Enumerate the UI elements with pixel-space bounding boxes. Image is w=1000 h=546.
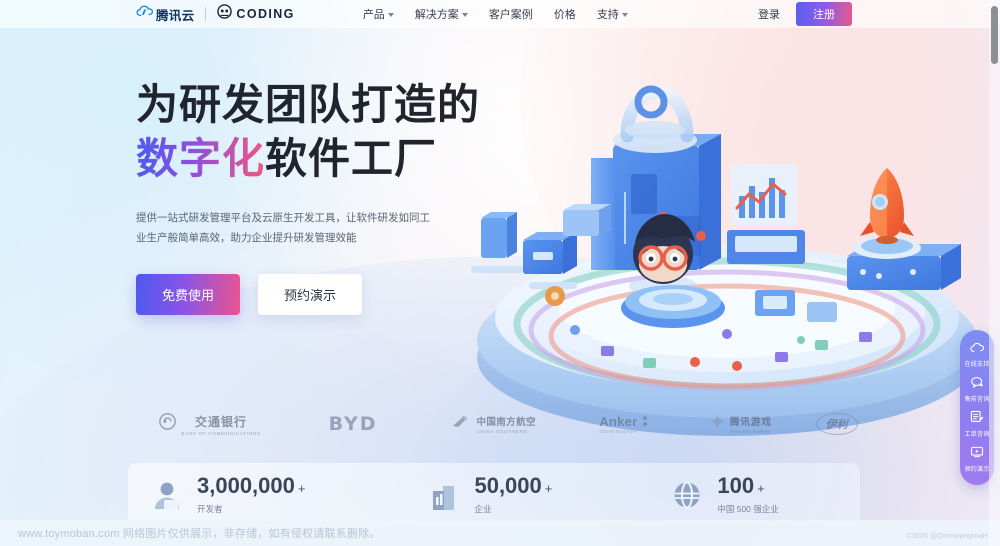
chevron-down-icon bbox=[461, 12, 468, 17]
register-button[interactable]: 注册 bbox=[796, 2, 852, 26]
stat-suffix: + bbox=[544, 480, 553, 496]
coding-logo[interactable]: CODING bbox=[217, 4, 294, 24]
client-name-en: CHINA SOUTHERN bbox=[476, 429, 528, 434]
headline-line-2: 数字化软件工厂 bbox=[136, 132, 480, 186]
client-name-cn: 腾讯游戏 bbox=[729, 417, 772, 428]
user-icon bbox=[150, 478, 184, 512]
nav-item-pricing[interactable]: 价格 bbox=[554, 6, 576, 22]
china-southern-logo-icon bbox=[451, 414, 471, 434]
ticket-edit-icon bbox=[970, 410, 984, 428]
hero-section: 为研发团队打造的 数字化软件工厂 提供一站式研发管理平台及云原生开发工具，让软件… bbox=[136, 78, 480, 316]
building-chart-icon bbox=[427, 478, 461, 512]
nav-label: 支持 bbox=[596, 9, 619, 21]
nav-label: 解决方案 bbox=[414, 9, 459, 21]
chevron-down-icon bbox=[387, 12, 394, 17]
stat-suffix: + bbox=[297, 480, 306, 496]
tencent-games-logo-icon bbox=[709, 413, 726, 435]
cloud-icon bbox=[970, 340, 985, 358]
monitor-play-icon bbox=[970, 445, 984, 463]
stat-value: 100 + bbox=[717, 472, 778, 498]
nav-label: 产品 bbox=[362, 9, 385, 21]
cta-row: 免费使用 预约演示 bbox=[136, 274, 480, 316]
client-name-en: Tencent Games bbox=[729, 429, 772, 434]
watermark-text-left: www.toymoban.com 网络图片仅供展示，非存储，如有侵权请联系删除。 bbox=[18, 528, 381, 540]
hero-illustration bbox=[455, 40, 1000, 440]
anker-dots-icon bbox=[638, 414, 650, 435]
coding-label: CODING bbox=[236, 7, 295, 21]
stat-label: 开发者 bbox=[197, 503, 223, 514]
client-logo-anker: Anker Innovations+ bbox=[565, 414, 683, 435]
tencent-cloud-logo[interactable]: 腾讯云 bbox=[136, 5, 194, 24]
cloud-logo-icon bbox=[136, 5, 154, 24]
side-item-label: 售前咨询 bbox=[964, 397, 990, 403]
chat-bubble-icon bbox=[970, 375, 984, 393]
main-navigation: 产品 解决方案 客户案例 价格 支持 bbox=[363, 6, 628, 22]
stat-label: 中国 500 强企业 bbox=[717, 503, 779, 514]
nav-label: 客户案例 bbox=[488, 9, 533, 21]
headline-rest: 软件工厂 bbox=[265, 134, 438, 182]
side-item-label: 预约演示 bbox=[964, 467, 990, 473]
brand-group[interactable]: 腾讯云 CODING bbox=[136, 4, 295, 24]
watermark-text-right: CSDN @QomolangmaH bbox=[906, 531, 988, 540]
client-name-en: BANK OF COMMUNICATIONS bbox=[181, 430, 261, 436]
nav-item-support[interactable]: 支持 bbox=[597, 6, 628, 22]
nav-item-cases[interactable]: 客户案例 bbox=[489, 6, 533, 22]
client-logo-china-southern: 中国南方航空 CHINA SOUTHERN bbox=[422, 414, 565, 434]
yili-logo-icon: 伊利 bbox=[815, 413, 858, 435]
scrollbar-thumb[interactable] bbox=[991, 6, 998, 64]
page-scrollbar[interactable] bbox=[989, 0, 1000, 546]
client-logo-byd: BYD bbox=[284, 413, 422, 435]
stat-value: 50,000 + bbox=[474, 472, 553, 498]
stats-card: 3,000,000 + 开发者 50,000 + 企业 100 + 中国 500… bbox=[128, 463, 860, 526]
nav-item-products[interactable]: 产品 bbox=[363, 6, 394, 22]
stat-number: 100 bbox=[717, 472, 755, 498]
client-logo-tencent-games: 腾讯游戏 Tencent Games bbox=[684, 413, 797, 435]
client-name-cn: 中国南方航空 bbox=[476, 417, 536, 428]
client-name-cn: Anker bbox=[599, 413, 638, 429]
stat-enterprises: 50,000 + 企业 bbox=[427, 472, 553, 515]
headline-highlight: 数字化 bbox=[136, 134, 266, 182]
side-item-label: 工单咨询 bbox=[964, 432, 990, 438]
nav-item-solutions[interactable]: 解决方案 bbox=[415, 6, 468, 22]
site-header: 腾讯云 CODING 产品 解决方案 客户案例 价格 支持 登录 注册 bbox=[0, 0, 1000, 28]
hero-subtitle: 提供一站式研发管理平台及云原生开发工具，让软件研发如同工业生产般简单高效，助力企… bbox=[136, 211, 430, 244]
chevron-down-icon bbox=[621, 12, 628, 17]
stat-developers: 3,000,000 + 开发者 bbox=[150, 472, 306, 515]
client-logo-row: 交通银行 BANK OF COMMUNICATIONS BYD 中国南方航空 C… bbox=[136, 404, 876, 444]
landing-page: 腾讯云 CODING 产品 解决方案 客户案例 价格 支持 登录 注册 为研发团… bbox=[0, 0, 1000, 546]
client-logo-bocom: 交通银行 BANK OF COMMUNICATIONS bbox=[136, 413, 284, 436]
client-name-cn: 交通银行 bbox=[194, 414, 247, 429]
stat-label: 企业 bbox=[474, 503, 492, 514]
side-item-label: 在线支持 bbox=[964, 362, 990, 368]
book-demo-button[interactable]: 预约演示 bbox=[258, 274, 363, 316]
page-title: 为研发团队打造的 数字化软件工厂 bbox=[136, 78, 480, 186]
header-actions: 登录 注册 bbox=[758, 2, 852, 26]
nav-label: 价格 bbox=[553, 9, 576, 21]
watermark-strip: www.toymoban.com 网络图片仅供展示，非存储，如有侵权请联系删除。 bbox=[0, 520, 1000, 546]
brand-divider bbox=[205, 7, 207, 21]
stat-number: 3,000,000 bbox=[197, 472, 295, 498]
login-button[interactable]: 登录 bbox=[758, 6, 780, 22]
byd-logo-icon: BYD bbox=[328, 413, 378, 435]
stat-fortune500: 100 + 中国 500 强企业 bbox=[670, 472, 779, 515]
globe-icon bbox=[670, 478, 704, 512]
tencent-cloud-label: 腾讯云 bbox=[156, 8, 195, 23]
stat-value: 3,000,000 + bbox=[197, 472, 306, 498]
client-name-en: Innovations+ bbox=[599, 428, 638, 435]
bocom-logo-icon bbox=[159, 413, 177, 435]
stat-number: 50,000 bbox=[474, 472, 542, 498]
coding-mascot-icon bbox=[217, 4, 233, 24]
stat-suffix: + bbox=[757, 480, 765, 496]
free-trial-button[interactable]: 免费使用 bbox=[136, 274, 241, 316]
client-logo-yili: 伊利 bbox=[797, 413, 876, 435]
headline-line-1: 为研发团队打造的 bbox=[136, 81, 481, 128]
